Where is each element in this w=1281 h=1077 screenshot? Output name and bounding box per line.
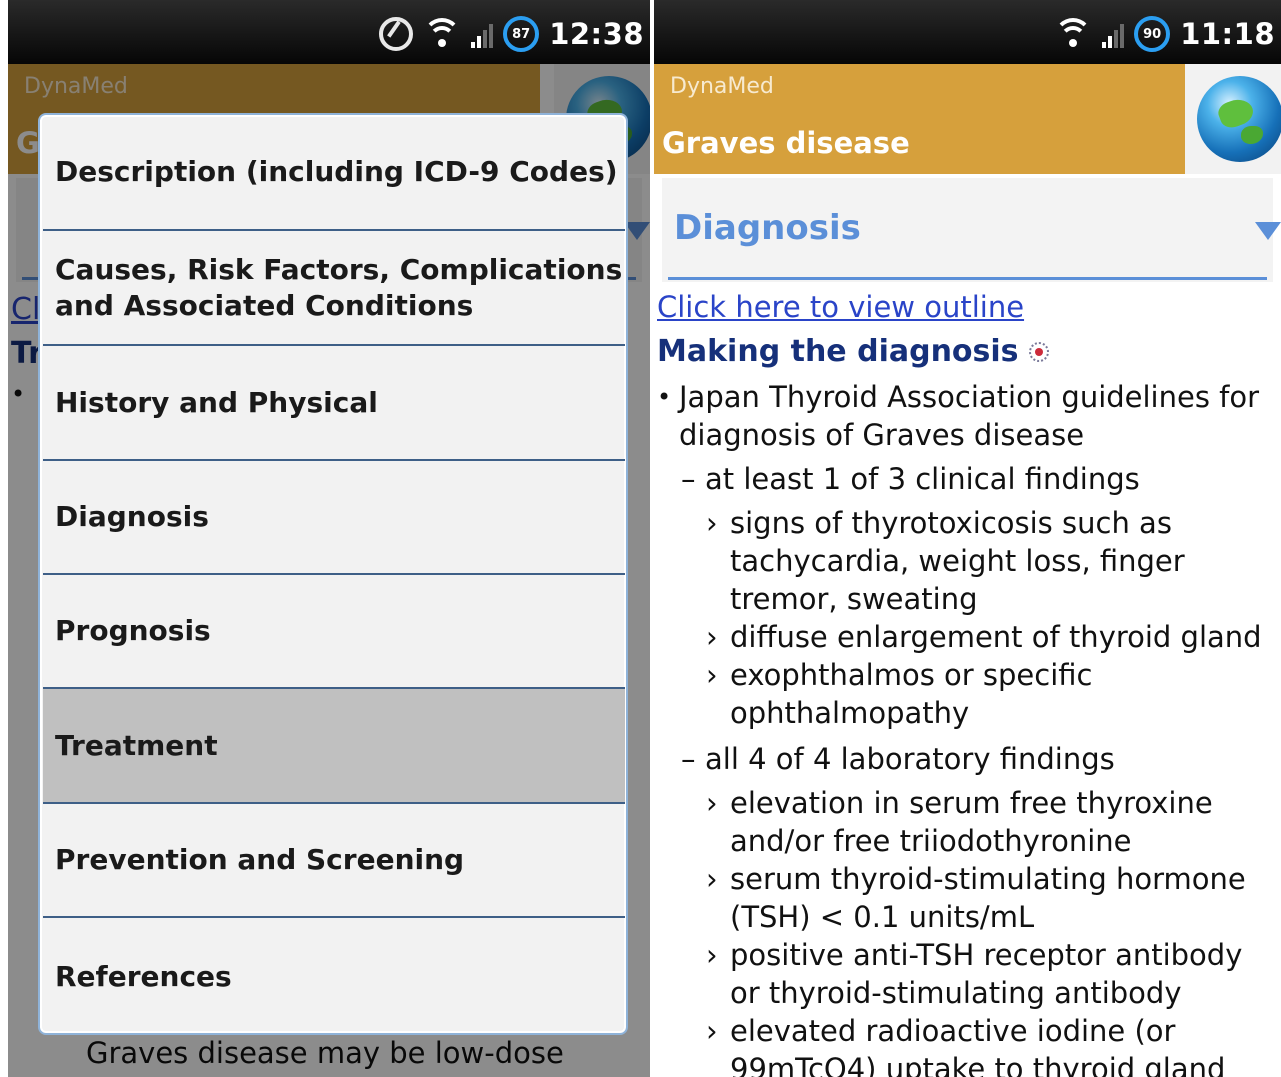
list-item-text: exophthalmos or specific ophthalmopathy [730,658,1093,730]
list-item-text: elevation in serum free thyroxine and/or… [730,786,1213,858]
list-item-text: serum thyroid-stimulating hormone (TSH) … [730,862,1246,934]
menu-item-label: References [55,960,232,993]
signal-icon [471,20,494,48]
menu-item[interactable]: References [43,918,625,1033]
list-item: › exophthalmos or specific ophthalmopathy [706,656,1277,732]
list-marker: › [706,658,718,692]
battery-icon: 87 [503,16,540,52]
list-item: – all 4 of 4 laboratory findings [681,740,1277,778]
list-marker: – [681,742,696,776]
section-menu: Description (including ICD-9 Codes) Cause… [38,113,628,1035]
list-item-text: diffuse enlargement of thyroid gland [730,620,1262,654]
section-heading: Making the diagnosis [657,334,1049,369]
list-marker: • [657,383,672,411]
signal-icon [1102,20,1125,48]
status-clock: 12:38 [549,17,644,51]
wifi-icon [423,18,462,50]
globe-icon [1197,76,1281,162]
menu-item-label: Description (including ICD-9 Codes) [55,155,618,188]
status-bar: 90 11:18 [654,0,1281,64]
sync-icon [379,17,414,51]
section-title: Diagnosis [674,208,861,248]
list-item-text: elevated radioactive iodine (or 99mTcO4)… [730,1014,1226,1077]
menu-item[interactable]: History and Physical [43,346,625,461]
list-item: › elevated radioactive iodine (or 99mTcO4… [706,1012,1277,1077]
section-selector[interactable]: Diagnosis [662,178,1281,282]
menu-item-label: History and Physical [55,385,378,419]
menu-item-label: Prognosis [55,614,211,647]
battery-icon: 90 [1134,16,1171,52]
list-item: › serum thyroid-stimulating hormone (TSH)… [706,860,1277,936]
list-item-text: Japan Thyroid Association guidelines for… [679,380,1260,452]
app-name: DynaMed [670,74,774,99]
chevron-down-icon[interactable] [1255,222,1281,240]
view-outline-link[interactable]: Click here to view outline [657,290,1024,324]
list-item: › positive anti-TSH receptor antibody or … [706,936,1277,1012]
status-clock: 11:18 [1180,17,1275,51]
list-marker: › [706,938,718,972]
app-header: DynaMed Graves disease [654,64,1185,174]
list-marker: – [681,462,696,496]
list-item-text: all 4 of 4 laboratory findings [705,742,1115,776]
list-marker: › [706,862,718,896]
expand-icon[interactable] [1028,341,1049,362]
right-screen: 90 11:18 DynaMed Graves disease Diagnosi… [654,0,1281,1077]
menu-item-label: Causes, Risk Factors, Complications and … [55,252,623,322]
globe-button[interactable] [1185,64,1281,174]
menu-item[interactable]: Prognosis [43,575,625,689]
heading-text: Making the diagnosis [657,334,1019,369]
menu-item-label: Diagnosis [55,500,209,533]
list-item-text: at least 1 of 3 clinical findings [705,462,1140,496]
list-marker: › [706,620,718,654]
section-divider [668,277,1267,280]
list-item: › elevation in serum free thyroxine and/o… [706,784,1277,860]
menu-item[interactable]: Causes, Risk Factors, Complications and … [43,231,625,346]
status-bar: 87 12:38 [8,0,650,64]
menu-item-label: Prevention and Screening [55,843,465,876]
topic-title: Graves disease [662,126,910,160]
list-item: › diffuse enlargement of thyroid gland [706,618,1277,656]
list-item: – at least 1 of 3 clinical findings [681,460,1277,498]
list-item: • Japan Thyroid Association guidelines fo… [657,378,1277,454]
menu-item[interactable]: Diagnosis [43,461,625,575]
menu-item[interactable]: Prevention and Screening [43,804,625,918]
list-item-text: signs of thyrotoxicosis such as tachycar… [730,506,1185,616]
menu-item[interactable]: Treatment [43,689,625,804]
wifi-icon [1054,18,1093,50]
left-screen: 87 12:38 DynaMed G Cl Tr • Graves diseas… [8,0,650,1077]
list-item: › signs of thyrotoxicosis such as tachyca… [706,504,1277,618]
menu-item-label: Treatment [55,728,218,762]
list-marker: › [706,786,718,820]
list-marker: › [706,1014,718,1048]
menu-item[interactable]: Description (including ICD-9 Codes) [43,115,625,231]
list-marker: › [706,506,718,540]
list-item-text: positive anti-TSH receptor antibody or t… [730,938,1243,1010]
